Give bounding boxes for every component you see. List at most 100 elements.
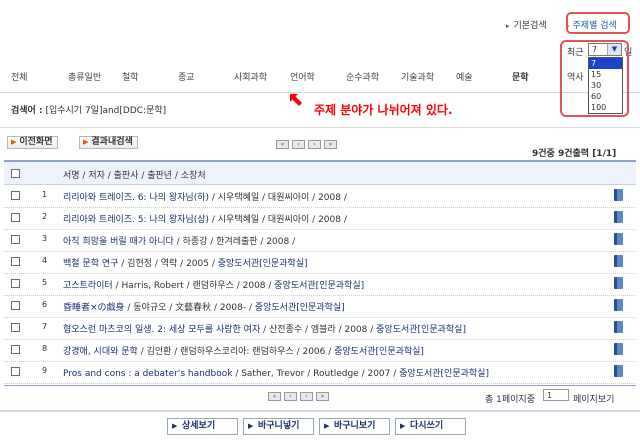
play-icon: ▶ bbox=[11, 138, 17, 146]
rewrite-button[interactable]: ▶ 다시쓰기 bbox=[395, 418, 466, 435]
table-row: 3 아직 희망을 버릴 때가 아니다 / 하종강 / 한겨레출판 / 2008 … bbox=[4, 229, 636, 252]
row-title[interactable]: Pros and cons : a debater's handbook bbox=[63, 369, 232, 379]
basic-search-link[interactable]: 기본검색 bbox=[506, 18, 547, 31]
table-header: 서명 / 저자 / 출판사 / 출판년 / 소장처 bbox=[4, 162, 636, 185]
row-location[interactable]: 중앙도서관[인문과학실] bbox=[218, 259, 308, 269]
book-icon[interactable] bbox=[614, 189, 623, 201]
row-record: 고스트라이터 / Harris, Robert / 랜덤하우스 / 2008 /… bbox=[63, 278, 364, 291]
row-record: 昏睡者×の戱身 / 동야규오 / 文藝春秋 / 2008- / 중앙도서관[인문… bbox=[63, 300, 345, 313]
search-within-button[interactable]: ▶ 결과내검색 bbox=[79, 136, 138, 149]
last-page-icon[interactable]: » bbox=[324, 140, 337, 149]
row-number: 9 bbox=[42, 366, 48, 375]
row-checkbox[interactable] bbox=[11, 323, 20, 332]
row-title[interactable]: 고스트라이터 bbox=[63, 281, 113, 291]
book-icon[interactable] bbox=[614, 343, 623, 355]
bottom-pager: « ‹ › » bbox=[268, 392, 329, 402]
view-page-link[interactable]: 페이지보기 bbox=[573, 392, 614, 405]
row-record: 아직 희망을 버릴 때가 아니다 / 하종강 / 한겨레출판 / 2008 / bbox=[63, 234, 295, 247]
book-icon[interactable] bbox=[614, 255, 623, 267]
table-row: 1 리리아와 트레이즈. 6: 나의 왕자님(하) / 시우택혜일 / 대원씨아… bbox=[4, 185, 636, 208]
row-title[interactable]: 리리아와 트레이즈. 6: 나의 왕자님(하) bbox=[63, 193, 209, 203]
first-page-icon[interactable]: « bbox=[268, 392, 281, 401]
play-icon: ▶ bbox=[248, 422, 254, 430]
next-page-icon[interactable]: › bbox=[300, 392, 313, 401]
row-checkbox[interactable] bbox=[11, 257, 20, 266]
detail-view-button[interactable]: ▶ 상세보기 bbox=[167, 418, 238, 435]
table-row: 9 Pros and cons : a debater's handbook /… bbox=[4, 361, 636, 384]
category-bar: 전체 총류일반 철학 종교 사회과학 언어학 순수과학 기술과학 예술 문학 역… bbox=[0, 63, 584, 89]
row-number: 8 bbox=[42, 344, 48, 353]
row-location[interactable]: 중앙도서관[인문과학실] bbox=[334, 347, 424, 357]
arrow-icon bbox=[290, 94, 302, 106]
row-location[interactable]: 중앙도서관[인문과학실] bbox=[274, 281, 364, 291]
row-title[interactable]: 리리아와 트레이즈. 5: 나의 왕자님(상) bbox=[63, 215, 209, 225]
row-details: / 산전종수 / 엠블라 / 2008 / bbox=[260, 325, 377, 335]
row-checkbox[interactable] bbox=[11, 213, 20, 222]
row-title[interactable]: 아직 희망을 버릴 때가 아니다 bbox=[63, 237, 174, 247]
row-checkbox[interactable] bbox=[11, 367, 20, 376]
row-title[interactable]: 강경애, 시대와 문학 bbox=[63, 347, 138, 357]
select-all-checkbox[interactable] bbox=[11, 169, 20, 178]
category-literature[interactable]: 문학 bbox=[512, 70, 529, 83]
row-location[interactable]: 중앙도서관[인문과학실] bbox=[399, 369, 489, 379]
row-title[interactable]: 백철 문학 연구 bbox=[63, 259, 118, 269]
book-icon[interactable] bbox=[614, 211, 623, 223]
row-checkbox[interactable] bbox=[11, 301, 20, 310]
row-title[interactable]: 혐오스런 마츠코의 일생. 2: 세상 모두를 사랑한 여자 bbox=[63, 325, 260, 335]
table-header-label: 서명 / 저자 / 출판사 / 출판년 / 소장처 bbox=[63, 171, 206, 181]
table-row: 4 백철 문학 연구 / 김현정 / 역락 / 2005 / 중앙도서관[인문과… bbox=[4, 251, 636, 274]
add-to-cart-button[interactable]: ▶ 바구니넣기 bbox=[243, 418, 314, 435]
annotation-text: 주제 분야가 나뉘어져 있다. bbox=[314, 103, 453, 117]
row-details: / Harris, Robert / 랜덤하우스 / 2008 / bbox=[112, 281, 275, 291]
category-philosophy[interactable]: 철학 bbox=[122, 70, 139, 83]
category-linguistics[interactable]: 언어학 bbox=[290, 70, 315, 83]
category-all[interactable]: 전체 bbox=[11, 70, 28, 83]
next-page-icon[interactable]: › bbox=[308, 140, 321, 149]
row-details: / 시우택혜일 / 대원씨아이 / 2008 / bbox=[209, 193, 347, 203]
row-checkbox[interactable] bbox=[11, 191, 20, 200]
category-general[interactable]: 총류일반 bbox=[68, 70, 101, 83]
row-record: 혐오스런 마츠코의 일생. 2: 세상 모두를 사랑한 여자 / 산전종수 / … bbox=[63, 322, 466, 335]
play-icon: ▶ bbox=[83, 138, 89, 146]
search-term-value: [입수시기 7일]and[DDC:문학] bbox=[45, 106, 167, 116]
book-icon[interactable] bbox=[614, 321, 623, 333]
row-checkbox[interactable] bbox=[11, 279, 20, 288]
book-icon[interactable] bbox=[614, 233, 623, 245]
book-icon[interactable] bbox=[614, 299, 623, 311]
row-number: 7 bbox=[42, 322, 48, 331]
row-record: Pros and cons : a debater's handbook / S… bbox=[63, 366, 489, 379]
book-icon[interactable] bbox=[614, 365, 623, 377]
row-location[interactable]: 중앙도서관[인문과학실] bbox=[255, 303, 345, 313]
prev-page-icon[interactable]: ‹ bbox=[292, 140, 305, 149]
top-pager: « ‹ › » bbox=[276, 140, 337, 150]
row-location[interactable]: 중앙도서관[인문과학실] bbox=[376, 325, 466, 335]
prev-page-icon[interactable]: ‹ bbox=[284, 392, 297, 401]
category-social-science[interactable]: 사회과학 bbox=[234, 70, 267, 83]
table-bottom-border bbox=[4, 385, 636, 386]
prev-screen-button[interactable]: ▶ 이전화면 bbox=[7, 136, 58, 149]
page-number-input[interactable]: 1 bbox=[543, 389, 569, 401]
row-title[interactable]: 昏睡者×の戱身 bbox=[63, 303, 125, 313]
category-pure-science[interactable]: 순수과학 bbox=[346, 70, 379, 83]
table-row: 5 고스트라이터 / Harris, Robert / 랜덤하우스 / 2008… bbox=[4, 273, 636, 296]
view-cart-button[interactable]: ▶ 바구니보기 bbox=[319, 418, 390, 435]
book-icon[interactable] bbox=[614, 277, 623, 289]
row-details: / 시우택혜일 / 대원씨아이 / 2008 / bbox=[209, 215, 347, 225]
row-checkbox[interactable] bbox=[11, 235, 20, 244]
table-row: 6 昏睡者×の戱身 / 동야규오 / 文藝春秋 / 2008- / 중앙도서관[… bbox=[4, 295, 636, 318]
row-record: 백철 문학 연구 / 김현정 / 역락 / 2005 / 중앙도서관[인문과학실… bbox=[63, 256, 308, 269]
play-icon: ▶ bbox=[324, 422, 330, 430]
category-religion[interactable]: 종교 bbox=[178, 70, 195, 83]
play-icon: ▶ bbox=[400, 422, 406, 430]
row-details: / 김인환 / 랜덤하우스코리아: 랜덤하우스 / 2006 / bbox=[137, 347, 335, 357]
row-checkbox[interactable] bbox=[11, 345, 20, 354]
last-page-icon[interactable]: » bbox=[316, 392, 329, 401]
row-details: / 동야규오 / 文藝春秋 / 2008- / bbox=[124, 303, 255, 313]
row-number: 2 bbox=[42, 212, 48, 221]
table-row: 7 혐오스런 마츠코의 일생. 2: 세상 모두를 사랑한 여자 / 산전종수 … bbox=[4, 317, 636, 340]
category-technology[interactable]: 기술과학 bbox=[401, 70, 434, 83]
row-record: 강경애, 시대와 문학 / 김인환 / 랜덤하우스코리아: 랜덤하우스 / 20… bbox=[63, 344, 424, 357]
category-arts[interactable]: 예술 bbox=[456, 70, 473, 83]
category-divider bbox=[0, 92, 640, 93]
first-page-icon[interactable]: « bbox=[276, 140, 289, 149]
